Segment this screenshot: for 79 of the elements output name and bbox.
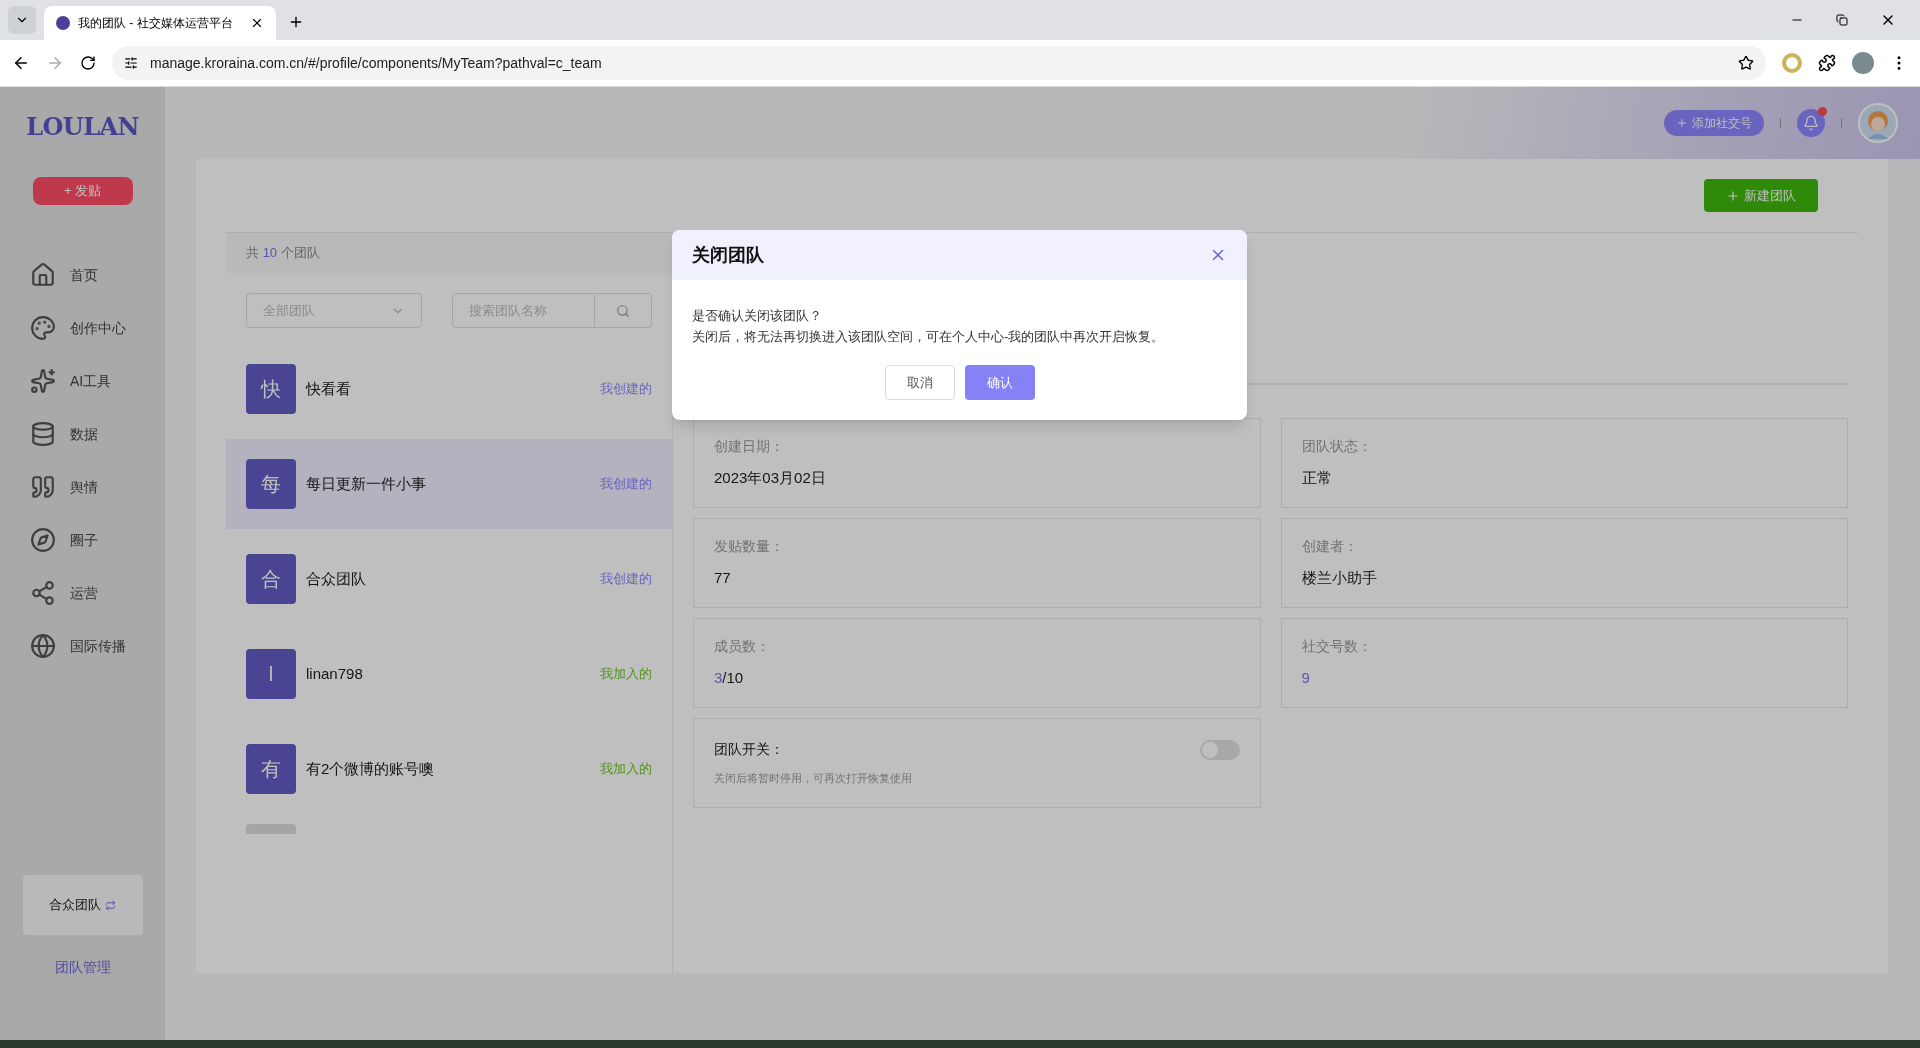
logo: LOULAN bbox=[26, 111, 139, 143]
new-tab-icon[interactable] bbox=[288, 14, 304, 30]
info-label: 社交号数： bbox=[1301, 637, 1373, 657]
info-value: 9 bbox=[1301, 668, 1311, 689]
cancel-button[interactable]: 取消 bbox=[884, 365, 955, 400]
post-button[interactable]: + 发贴 bbox=[32, 177, 133, 205]
browser-tab[interactable]: 我的团队 - 社交媒体运营平台 bbox=[44, 6, 276, 40]
team-avatar: 快 bbox=[246, 364, 296, 414]
info-value: 3/10 bbox=[714, 668, 745, 689]
address-bar[interactable]: manage.kroraina.com.cn/#/profile/components/MyTeam?pathval=c_team bbox=[112, 46, 1766, 80]
nav-item[interactable]: AI工具 bbox=[30, 365, 165, 397]
dialog-message: 关闭后，将无法再切换进入该团队空间，可在个人中心-我的团队中再次开启恢复。 bbox=[692, 328, 1166, 346]
team-role-tag: 我加入的 bbox=[600, 664, 652, 684]
database-icon bbox=[30, 421, 56, 447]
team-name: 有2个微博的账号噢 bbox=[306, 758, 436, 779]
team-name: 每日更新一件小事 bbox=[306, 473, 427, 494]
back-icon[interactable] bbox=[12, 54, 30, 72]
site-icon bbox=[56, 16, 70, 30]
palette-icon bbox=[30, 315, 56, 341]
info-label: 发贴数量： bbox=[714, 537, 785, 557]
team-switcher[interactable]: 合众团队 bbox=[22, 875, 143, 935]
nav-item[interactable]: 圈子 bbox=[30, 524, 165, 556]
nav-item[interactable]: 首页 bbox=[30, 259, 165, 291]
globe-icon bbox=[30, 633, 56, 659]
info-label: 创建日期： bbox=[714, 437, 785, 457]
confirm-button[interactable]: 确认 bbox=[964, 365, 1035, 400]
team-avatar bbox=[246, 824, 296, 834]
profile-icon[interactable] bbox=[1852, 52, 1874, 74]
dialog-title: 关闭团队 bbox=[692, 243, 764, 267]
info-label: 团队状态： bbox=[1301, 437, 1373, 457]
dialog-message: 是否确认关闭该团队？ bbox=[692, 307, 823, 325]
team-name: 快看看 bbox=[306, 378, 352, 399]
team-switcher-label: 合众团队 bbox=[49, 896, 101, 915]
info-label: 创建者： bbox=[1301, 537, 1359, 557]
puzzle-icon[interactable] bbox=[1818, 54, 1836, 72]
close-icon[interactable] bbox=[250, 16, 264, 30]
notification-button[interactable] bbox=[1797, 109, 1825, 137]
team-avatar: 有 bbox=[246, 744, 296, 794]
compass-icon bbox=[30, 527, 56, 553]
team-role-tag: 我加入的 bbox=[600, 759, 652, 779]
nav-item[interactable]: 运营 bbox=[30, 577, 165, 609]
bell-icon bbox=[1803, 115, 1819, 131]
nav-item[interactable]: 数据 bbox=[30, 418, 165, 450]
info-value: 楼兰小助手 bbox=[1301, 568, 1378, 589]
network-icon bbox=[30, 580, 56, 606]
site-info-icon[interactable] bbox=[124, 56, 138, 70]
team-manage-link[interactable]: 团队管理 bbox=[54, 957, 111, 978]
team-avatar: 合 bbox=[246, 554, 296, 604]
info-value: 正常 bbox=[1301, 468, 1333, 489]
toggle-label: 团队开关： bbox=[714, 740, 784, 760]
team-count: 共 10 个团队 bbox=[226, 233, 672, 273]
toggle-hint: 关闭后将暂时停用，可再次打开恢复使用 bbox=[714, 771, 913, 787]
nav-item[interactable]: 创作中心 bbox=[30, 312, 165, 344]
quote-icon bbox=[30, 474, 56, 500]
team-avatar: l bbox=[246, 649, 296, 699]
team-role-tag: 我创建的 bbox=[600, 569, 652, 589]
team-list-item[interactable]: 每 每日更新一件小事 我创建的 bbox=[226, 439, 672, 529]
nav-item[interactable]: 舆情 bbox=[30, 471, 165, 503]
team-name: linan798 bbox=[306, 663, 364, 684]
plus-icon bbox=[1676, 117, 1688, 129]
reload-icon[interactable] bbox=[80, 55, 96, 71]
restore-icon[interactable] bbox=[1836, 14, 1848, 26]
add-social-button[interactable]: 添加社交号 bbox=[1664, 110, 1764, 136]
info-value: 77 bbox=[714, 568, 732, 589]
info-label: 成员数： bbox=[714, 637, 771, 657]
house-icon bbox=[30, 262, 56, 288]
team-avatar: 每 bbox=[246, 459, 296, 509]
search-icon bbox=[616, 303, 630, 318]
team-name: 合众团队 bbox=[306, 568, 367, 589]
plus-icon bbox=[1726, 188, 1740, 203]
bookmark-star-icon[interactable] bbox=[1738, 55, 1754, 71]
team-role-tag: 我创建的 bbox=[600, 379, 652, 399]
team-role-tag: 我创建的 bbox=[600, 474, 652, 494]
sparkles-icon bbox=[30, 368, 56, 394]
nav-item[interactable]: 国际传播 bbox=[30, 630, 165, 662]
swap-icon bbox=[105, 899, 116, 911]
tab-title: 我的团队 - 社交媒体运营平台 bbox=[78, 15, 234, 32]
info-value: 2023年03月02日 bbox=[714, 468, 827, 489]
url-text: manage.kroraina.com.cn/#/profile/components/MyTeam?pathval=c_team bbox=[150, 53, 603, 73]
